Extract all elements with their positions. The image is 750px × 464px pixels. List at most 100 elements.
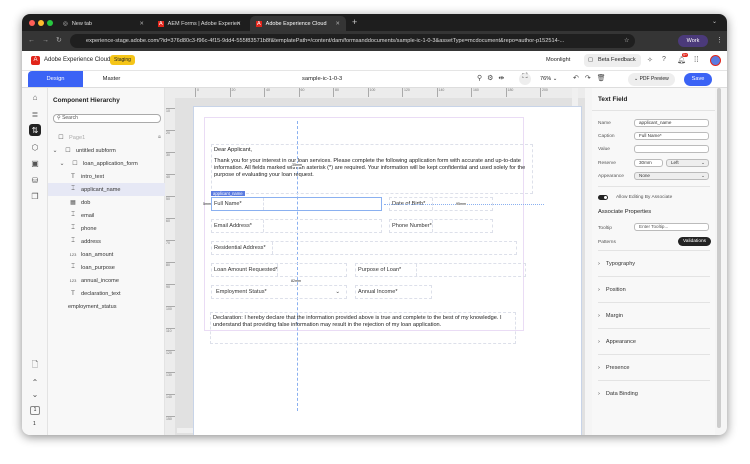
- section-presence[interactable]: › Presence: [598, 355, 710, 381]
- email-field[interactable]: Email Address*: [211, 219, 382, 233]
- browser-window: ◎ New tab ✕ A AEM Forms | Adobe Experien ✕ A…: [22, 14, 727, 435]
- tab-search-icon[interactable]: ⌄: [712, 18, 717, 25]
- tree-item[interactable]: ⌶ loan_purpose: [48, 261, 165, 274]
- browser-tab-active[interactable]: A Adobe Experience Cloud ✕: [250, 16, 346, 31]
- tree-item[interactable]: ⌶ address: [48, 235, 165, 248]
- chevron-down-icon[interactable]: ⌄: [50, 147, 60, 154]
- new-tab-button[interactable]: +: [352, 17, 357, 27]
- more-menu-icon[interactable]: ⋮: [716, 36, 723, 44]
- bookmark-star-icon[interactable]: ☆: [624, 37, 629, 44]
- section-position[interactable]: › Position: [598, 277, 710, 303]
- close-tab-icon[interactable]: ✕: [335, 21, 340, 27]
- comments-icon[interactable]: ❐: [29, 190, 41, 202]
- url-bar[interactable]: experience-stage.adobe.com/?id=376d80c3-…: [70, 34, 635, 48]
- appearance-select[interactable]: None ⌄: [634, 172, 709, 180]
- caption-input[interactable]: Full Name*: [634, 132, 709, 140]
- hierarchy-icon[interactable]: ⇅: [29, 124, 41, 136]
- tree-item[interactable]: ⌄ ☐ untitled subform: [48, 144, 165, 157]
- fragments-icon[interactable]: ▣: [29, 157, 41, 169]
- avatar[interactable]: [710, 55, 721, 66]
- bell-icon[interactable]: 🔔︎: [677, 56, 686, 64]
- phone-field[interactable]: Phone Number*: [389, 219, 493, 233]
- data-source-icon[interactable]: ⛁: [29, 174, 41, 186]
- tree-item[interactable]: Tintro_text: [48, 170, 165, 183]
- loan-amount-field[interactable]: Loan Amount Requested*: [211, 263, 347, 277]
- annual-income-field[interactable]: Annual Income*: [355, 285, 432, 299]
- tree-item-page[interactable]: ☐ Page1 🔒︎: [48, 131, 165, 144]
- help-icon[interactable]: ?: [662, 56, 666, 63]
- allow-editing-toggle[interactable]: [598, 195, 608, 200]
- home-icon[interactable]: ⌂: [29, 91, 41, 103]
- components-icon[interactable]: ⬡: [29, 141, 41, 153]
- tree-item[interactable]: ▦ dob: [48, 196, 165, 209]
- search-placeholder: Search: [62, 115, 78, 121]
- save-button[interactable]: Save: [684, 73, 712, 86]
- ruler-tick-label: 150: [166, 416, 175, 421]
- section-appearance[interactable]: › Appearance: [598, 329, 710, 355]
- intro-text-box[interactable]: Dear Applicant, Thank you for your inter…: [211, 144, 533, 194]
- tree-item[interactable]: ⌶ phone: [48, 222, 165, 235]
- whats-new-icon[interactable]: ✧: [647, 56, 653, 64]
- list-icon[interactable]: ≣: [29, 108, 41, 120]
- browser-tab[interactable]: ◎ New tab ✕: [57, 16, 150, 31]
- employment-status-dropdown[interactable]: Employment Status* ⌄: [211, 285, 347, 299]
- page-number-input[interactable]: 1: [30, 406, 40, 415]
- search-input[interactable]: ⚲ Search: [53, 114, 161, 123]
- profile-button[interactable]: Work: [678, 35, 708, 47]
- org-switcher[interactable]: Moonlight: [546, 57, 570, 63]
- textfield-icon: ⌶: [71, 225, 75, 231]
- tooltip-input[interactable]: Enter Tooltip...: [634, 223, 709, 231]
- loan-purpose-field[interactable]: Purpose of Loan*: [355, 263, 526, 277]
- section-data-binding[interactable]: › Data Binding: [598, 381, 710, 407]
- section-margin[interactable]: › Margin: [598, 303, 710, 329]
- undo-redo-delete[interactable]: ↶↷🗑︎: [573, 74, 612, 82]
- tree-item[interactable]: employment_status: [48, 300, 165, 313]
- address-field[interactable]: Residential Address*: [211, 241, 517, 255]
- tab-design[interactable]: Design: [28, 71, 83, 87]
- full-name-field[interactable]: Full Name*: [211, 197, 382, 211]
- reserve-position-select[interactable]: Left ⌄: [666, 159, 709, 167]
- tree-item[interactable]: Tdeclaration_text: [48, 287, 165, 300]
- editor-toolbar: Design Master sample-ic-1-0-3 ⚲⚙⇹ ⛶ 76% …: [22, 71, 727, 88]
- properties-scrollbar[interactable]: [717, 88, 721, 428]
- checkbox-icon: ☐: [72, 161, 78, 167]
- beta-feedback-button[interactable]: ▢ Beta Feedback: [584, 54, 641, 67]
- maximize-window-button[interactable]: [47, 20, 53, 26]
- ruler-tick-label: 120: [166, 350, 175, 355]
- zoom-dropdown[interactable]: 76% ⌄: [540, 76, 557, 82]
- pdf-preview-button[interactable]: ⌄ PDF Preview: [628, 73, 675, 86]
- nav-buttons[interactable]: ←→↻: [28, 36, 69, 44]
- apps-grid-icon[interactable]: ⁞⁞: [694, 55, 698, 64]
- tree-item[interactable]: ⌶ email: [48, 209, 165, 222]
- design-canvas[interactable]: 0 20 40 60 80 100 120 140 160 180 200 10 20 30 40 50 60…: [165, 88, 585, 435]
- tree-item-selected[interactable]: ⌶ applicant_name: [48, 183, 165, 196]
- close-tab-icon[interactable]: ✕: [139, 21, 144, 27]
- page-down-icon[interactable]: ⌄: [29, 388, 41, 400]
- tree-item[interactable]: ⌄ ☐ loan_application_form: [48, 157, 165, 170]
- close-tab-icon[interactable]: ✕: [236, 21, 241, 27]
- chevron-down-icon[interactable]: ⌄: [57, 160, 67, 167]
- name-input[interactable]: applicant_name: [634, 119, 709, 127]
- section-label: Data Binding: [605, 391, 638, 397]
- ruler-tick-label: 140: [166, 394, 175, 399]
- ruler-tool-icon[interactable]: ⛶: [519, 73, 531, 85]
- text-icon: T: [71, 173, 75, 180]
- minimize-window-button[interactable]: [38, 20, 44, 26]
- page-settings-icon[interactable]: 🗋︎: [29, 360, 41, 372]
- browser-tab[interactable]: A AEM Forms | Adobe Experien ✕: [152, 16, 247, 31]
- close-window-button[interactable]: [29, 20, 35, 26]
- value-input[interactable]: [634, 145, 709, 153]
- layout-tools-icons[interactable]: ⚲⚙⇹: [477, 74, 509, 82]
- app-name[interactable]: Adobe Experience Cloud: [44, 57, 110, 63]
- tree-item[interactable]: 123 loan_amount: [48, 248, 165, 261]
- item-label: untitled subform: [76, 147, 116, 154]
- reserve-input[interactable]: 30mm: [634, 159, 663, 167]
- validations-button[interactable]: Validations: [678, 237, 711, 246]
- page-up-icon[interactable]: ⌃: [29, 376, 41, 388]
- declaration-text[interactable]: Declaration: I hereby declare that the i…: [210, 312, 516, 344]
- field-caption: Email Address*: [214, 223, 252, 229]
- section-typography[interactable]: › Typography: [598, 251, 710, 277]
- tab-master[interactable]: Master: [83, 71, 140, 87]
- tree-item[interactable]: 123 annual_income: [48, 274, 165, 287]
- field-caption: Residential Address*: [214, 245, 266, 251]
